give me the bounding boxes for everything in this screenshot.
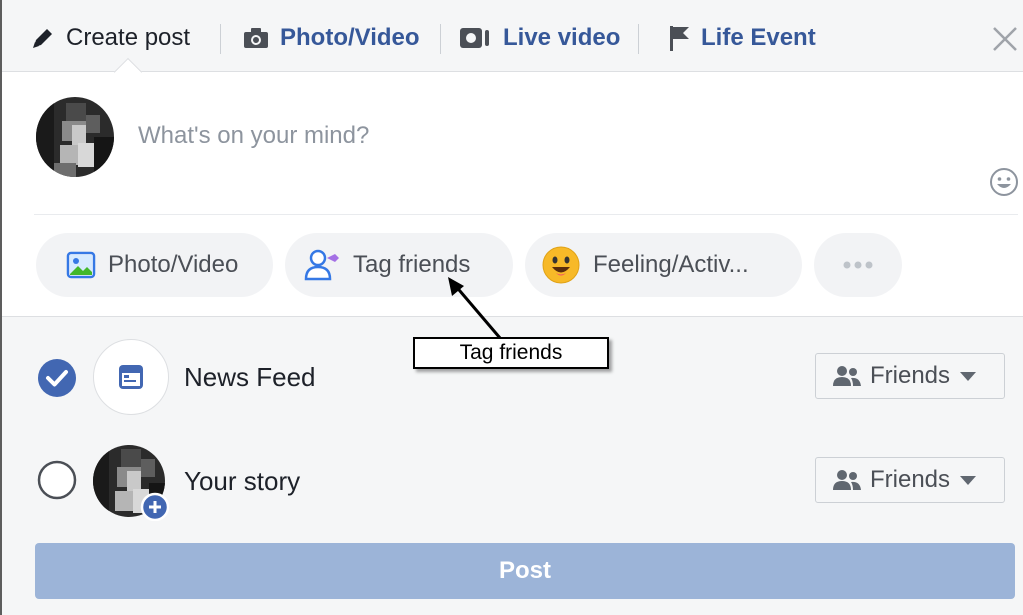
photo-video-chip[interactable]: Photo/Video [36,233,273,297]
flag-icon [670,26,689,51]
tab-separator [440,24,441,54]
chevron-down-icon [960,371,977,381]
smiley-icon [990,168,1018,196]
your-story-label: Your story [184,466,301,496]
story-avatar-image [93,445,170,522]
tab-label: Create post [66,24,191,51]
unchecked-circle-icon [37,460,77,500]
your-story-checkbox[interactable] [37,460,77,500]
composer-header: Create post Photo/Video Live video Life … [2,0,1023,72]
tab-separator [638,24,639,54]
news-feed-icon [119,365,143,389]
close-button[interactable] [989,24,1021,56]
tab-life-event[interactable]: Life Event [667,20,816,56]
tab-label: Live video [503,24,621,51]
feeling-emoji-icon [542,246,580,284]
audience-label: Friends [870,466,951,493]
annotation-arrow [448,277,502,339]
tag-friends-icon [304,249,339,281]
more-icon [843,261,873,269]
feeling-activity-chip[interactable]: Feeling/Activ... [525,233,802,297]
tab-separator [220,24,221,54]
news-feed-label: News Feed [184,362,316,392]
news-feed-checkbox[interactable] [37,358,77,398]
audience-label: Friends [870,362,951,389]
photo-icon [66,251,96,279]
checkmark-icon [38,359,76,397]
chevron-down-icon [960,475,977,485]
tab-create-post[interactable]: Create post [30,20,190,56]
chip-label: Feeling/Activ... [593,251,749,278]
post-button[interactable]: Post [35,543,1015,599]
friends-icon [833,470,861,490]
annotation-callout: Tag friends [413,337,609,369]
create-post-dialog: Create post Photo/Video Live video Life … [0,0,1023,615]
friends-icon [833,366,861,386]
tab-label: Life Event [701,24,816,51]
chip-label: Photo/Video [108,251,239,278]
emoji-button[interactable] [988,166,1020,198]
status-input[interactable]: What's on your mind? [138,122,369,150]
composer-divider [34,214,1018,215]
avatar-image [36,97,114,177]
tab-label: Photo/Video [280,24,420,51]
video-camera-icon [460,28,489,48]
more-options-chip[interactable] [814,233,902,297]
tab-photo-video[interactable]: Photo/Video [242,20,420,56]
story-avatar [93,443,170,522]
close-icon [993,27,1017,51]
your-story-audience-dropdown[interactable]: Friends [815,457,1005,503]
pencil-icon [33,29,52,48]
avatar[interactable] [36,97,114,177]
news-feed-audience-dropdown[interactable]: Friends [815,353,1005,399]
camera-icon [244,28,268,48]
news-feed-badge [93,339,169,415]
tab-live-video[interactable]: Live video [459,20,620,56]
